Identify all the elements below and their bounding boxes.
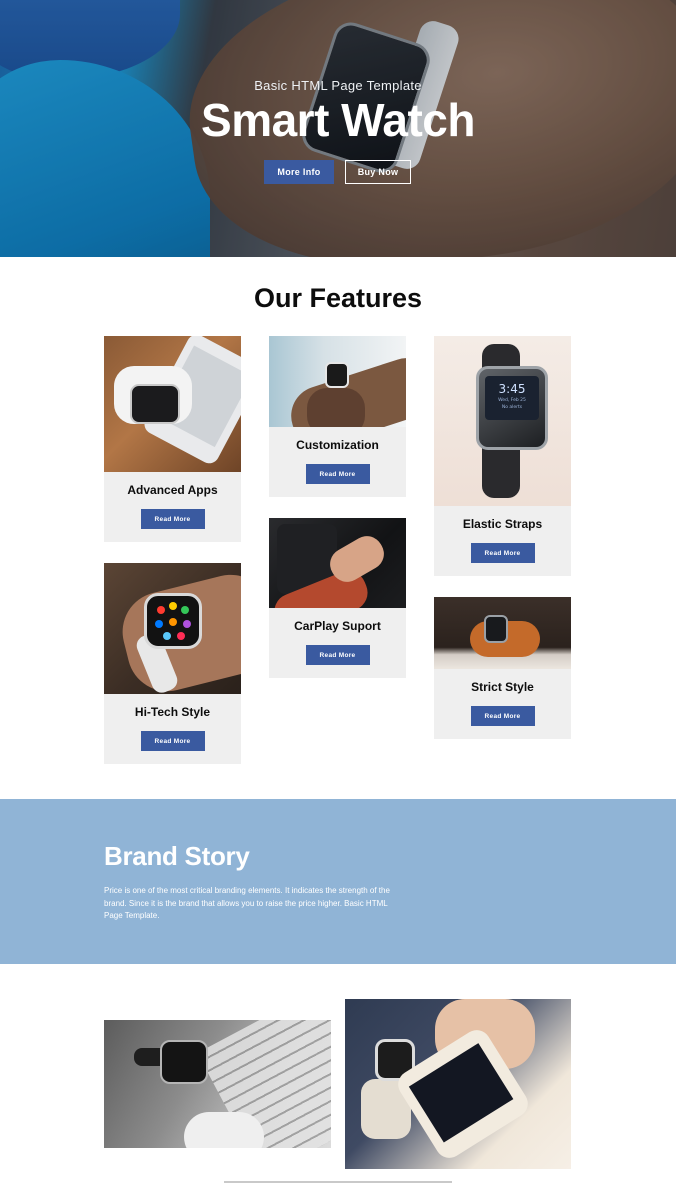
app-dot — [169, 602, 177, 610]
feature-label: Strict Style — [471, 680, 534, 694]
watch-time: 3:45 — [498, 382, 526, 396]
watch-screen: 3:45 Wed, Feb 25 No alerts — [485, 376, 539, 420]
hero-kicker: Basic HTML Page Template — [254, 78, 422, 93]
feature-card-strict-style: Strict Style Read More — [434, 597, 571, 739]
read-more-button[interactable]: Read More — [140, 509, 205, 529]
read-more-button[interactable]: Read More — [305, 645, 370, 665]
brand-story-title: Brand Story — [104, 841, 250, 871]
watch-face-shape — [130, 384, 180, 424]
mouse-shape — [184, 1112, 264, 1148]
feature-image-carplay-suport — [269, 518, 406, 608]
brand-story-section: Brand Story Price is one of the most cri… — [0, 799, 676, 964]
feature-card-hi-tech-style: Hi-Tech Style Read More — [104, 563, 241, 764]
app-dot — [183, 620, 191, 628]
feature-card-advanced-apps: Advanced Apps Read More — [104, 336, 241, 542]
feature-image-elastic-straps: 3:45 Wed, Feb 25 No alerts — [434, 336, 571, 506]
read-more-button[interactable]: Read More — [470, 543, 535, 563]
watch-face-shape — [484, 615, 508, 643]
app-dot — [169, 618, 177, 626]
read-more-button[interactable]: Read More — [470, 706, 535, 726]
feature-image-customization — [269, 336, 406, 427]
feature-image-hi-tech-style — [104, 563, 241, 694]
hero-title: Smart Watch — [201, 94, 475, 146]
buy-now-button[interactable]: Buy Now — [345, 160, 411, 184]
app-dot — [177, 632, 185, 640]
app-dot — [155, 620, 163, 628]
app-dot — [181, 606, 189, 614]
feature-label: Elastic Straps — [462, 517, 543, 531]
app-dot — [157, 606, 165, 614]
app-dot — [163, 632, 171, 640]
feature-label: Hi-Tech Style — [134, 705, 211, 719]
feature-card-carplay-suport: CarPlay Suport Read More — [269, 518, 406, 678]
read-more-button[interactable]: Read More — [305, 464, 370, 484]
feature-label: CarPlay Suport — [294, 619, 381, 633]
watch-status: No alerts — [501, 405, 523, 410]
features-title: Our Features — [253, 283, 423, 313]
watch-shape — [144, 593, 202, 649]
hero-section: Basic HTML Page Template Smart Watch Mor… — [0, 0, 676, 257]
feature-card-customization: Customization Read More — [269, 336, 406, 497]
watch-shape — [325, 362, 349, 388]
read-more-button[interactable]: Read More — [140, 731, 205, 751]
watch-shape — [160, 1040, 208, 1084]
more-info-button[interactable]: More Info — [264, 160, 334, 184]
gallery-image-phone-watch — [345, 999, 571, 1169]
watch-date: Wed, Feb 25 — [498, 398, 526, 403]
feature-image-advanced-apps — [104, 336, 241, 472]
brand-story-text: Price is one of the most critical brandi… — [104, 886, 390, 920]
hand-shape — [307, 388, 365, 427]
feature-card-elastic-straps: 3:45 Wed, Feb 25 No alerts Elastic Strap… — [434, 336, 571, 576]
feature-image-strict-style — [434, 597, 571, 669]
feature-label: Advanced Apps — [127, 483, 218, 497]
feature-label: Customization — [296, 438, 379, 452]
gallery-image-keyboard-watch — [104, 1020, 331, 1148]
